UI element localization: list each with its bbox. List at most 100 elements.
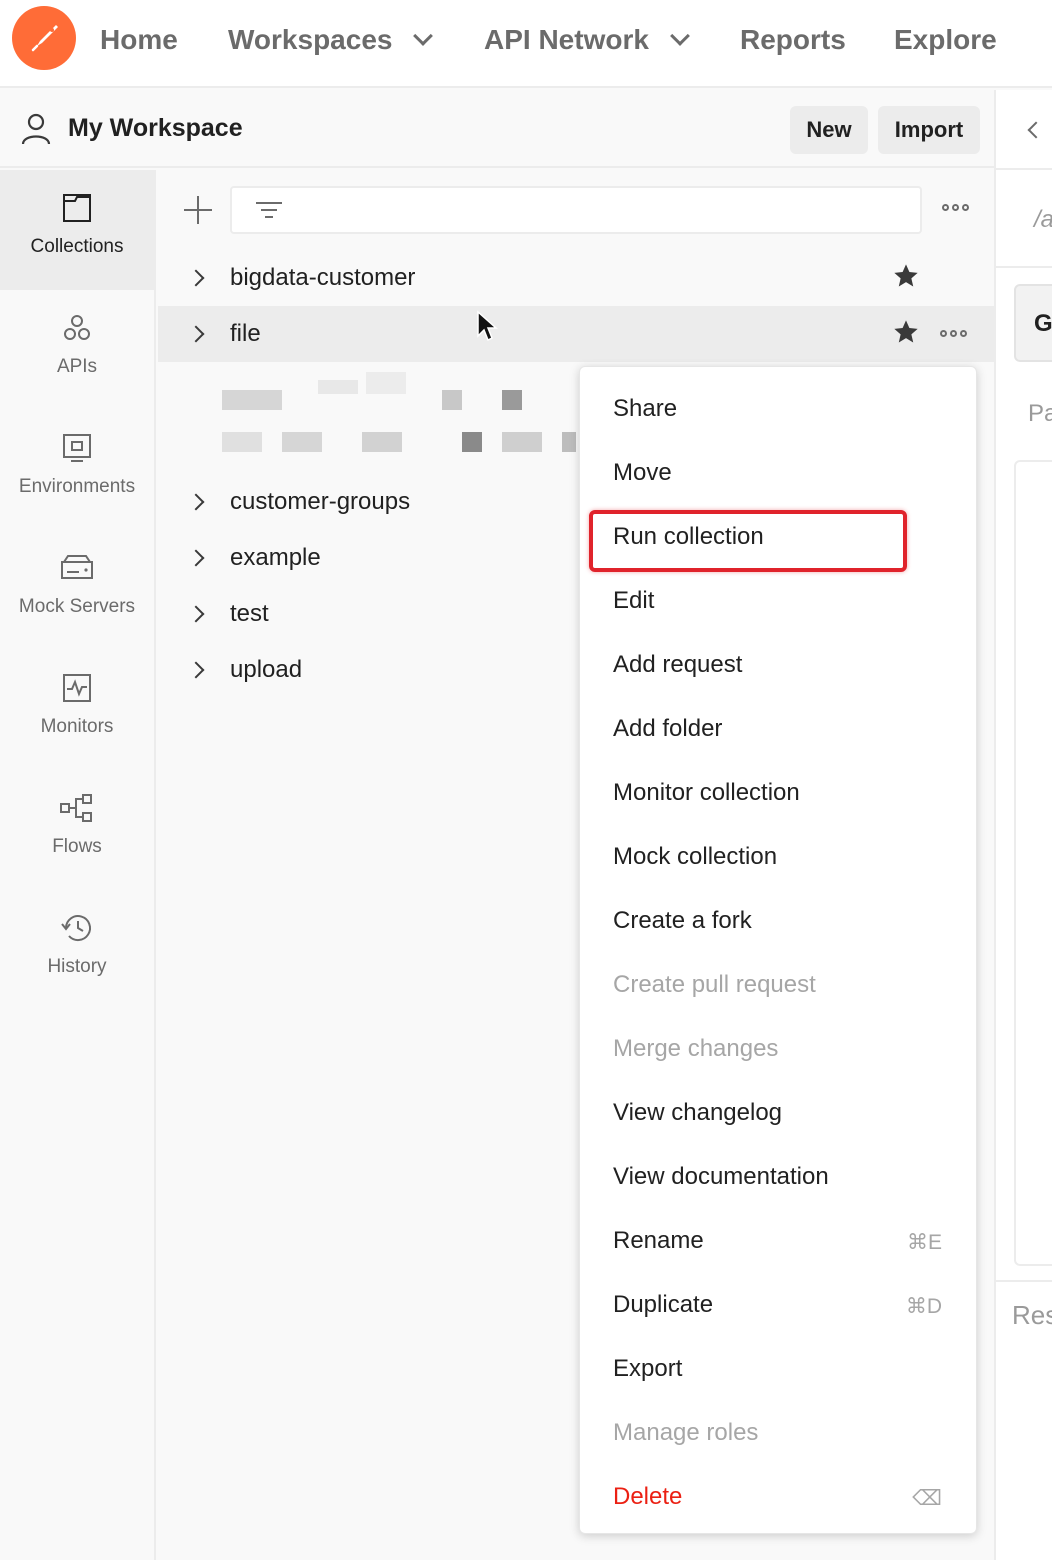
more-options-icon[interactable]: [942, 204, 969, 211]
rocket-icon: [31, 25, 58, 52]
more-options-icon[interactable]: [940, 330, 967, 337]
sidebar-item-mock-servers[interactable]: Mock Servers: [0, 530, 154, 650]
tab-params[interactable]: Pa: [1028, 400, 1052, 428]
sidebar-label: Monitors: [40, 716, 114, 737]
chevron-right-icon[interactable]: [187, 605, 205, 623]
nav-workspaces-label: Workspaces: [228, 24, 393, 55]
chevron-right-icon[interactable]: [187, 325, 205, 343]
method-label: G: [1034, 310, 1052, 337]
chevron-right-icon[interactable]: [187, 269, 205, 287]
chevron-down-icon: [413, 26, 434, 46]
chevron-left-icon[interactable]: [1027, 121, 1045, 139]
chevron-right-icon[interactable]: [187, 661, 205, 679]
menu-item-label: Rename: [613, 1227, 704, 1254]
star-icon[interactable]: [892, 318, 920, 346]
response-label: Res: [1012, 1300, 1052, 1330]
sidebar-label: Flows: [52, 836, 102, 857]
menu-item-label: View documentation: [613, 1163, 829, 1190]
menu-item-label: Duplicate: [613, 1291, 714, 1318]
chevron-down-icon: [670, 26, 690, 46]
top-nav: Home Workspaces API Network Reports Expl…: [0, 0, 1052, 88]
menu-item-label: Add request: [613, 651, 743, 678]
sidebar-label: Environments: [18, 476, 136, 497]
backspace-icon: ⌫: [912, 1487, 942, 1510]
add-collection-icon[interactable]: [184, 196, 212, 224]
collection-name: example: [230, 544, 321, 571]
apis-icon: [64, 315, 90, 340]
sidebar-item-environments[interactable]: Environments: [0, 410, 154, 530]
history-icon: [61, 915, 91, 942]
nav-explore[interactable]: Explore: [894, 24, 997, 56]
sidebar-label: History: [47, 956, 107, 977]
menu-item-label: Move: [613, 459, 672, 486]
menu-item-mock-collection[interactable]: Mock collection: [580, 825, 976, 889]
menu-item-label: Merge changes: [613, 1035, 779, 1062]
filter-input[interactable]: [230, 186, 922, 234]
url-path[interactable]: /a: [1034, 206, 1052, 234]
nav-home[interactable]: Home: [100, 24, 178, 56]
star-icon[interactable]: [892, 262, 920, 290]
left-sidebar: Collections APIs Environments Mock Serve…: [0, 170, 156, 1560]
menu-item-duplicate[interactable]: Duplicate ⌘D: [580, 1273, 976, 1337]
menu-item-rename[interactable]: Rename ⌘E: [580, 1209, 976, 1273]
collection-row[interactable]: file: [158, 306, 994, 362]
divider: [996, 168, 1052, 170]
menu-item-move[interactable]: Move: [580, 441, 976, 505]
menu-item-monitor-collection[interactable]: Monitor collection: [580, 761, 976, 825]
workspace-header: My Workspace New Import: [0, 90, 994, 168]
collections-icon: [63, 194, 91, 222]
sidebar-label: APIs: [56, 356, 98, 377]
shortcut-label: ⌘E: [906, 1231, 942, 1254]
menu-item-create-fork[interactable]: Create a fork: [580, 889, 976, 953]
sidebar-item-apis[interactable]: APIs: [0, 290, 154, 410]
menu-item-view-changelog[interactable]: View changelog: [580, 1081, 976, 1145]
mouse-cursor-icon: [477, 310, 498, 342]
menu-item-merge-changes: Merge changes: [580, 1017, 976, 1081]
menu-item-add-folder[interactable]: Add folder: [580, 697, 976, 761]
sidebar-item-history[interactable]: History: [0, 890, 154, 1010]
chevron-right-icon[interactable]: [187, 549, 205, 567]
divider: [996, 1280, 1052, 1282]
nav-workspaces[interactable]: Workspaces: [228, 24, 434, 56]
mock-servers-icon: [61, 555, 93, 579]
postman-logo[interactable]: [12, 6, 76, 70]
method-select[interactable]: G: [1014, 284, 1052, 362]
menu-item-share[interactable]: Share: [580, 377, 976, 441]
collection-name: upload: [230, 656, 303, 683]
sidebar-item-collections[interactable]: Collections: [0, 170, 154, 290]
menu-item-label: Manage roles: [613, 1419, 759, 1446]
menu-item-label: Share: [613, 395, 678, 422]
sidebar-label: Mock Servers: [18, 596, 136, 617]
chevron-right-icon[interactable]: [187, 493, 205, 511]
menu-item-label: Create pull request: [613, 971, 816, 998]
sidebar-item-flows[interactable]: Flows: [0, 770, 154, 890]
sidebar-item-monitors[interactable]: Monitors: [0, 650, 154, 770]
divider: [996, 266, 1052, 268]
menu-item-label: Monitor collection: [613, 779, 800, 806]
filter-icon: [256, 202, 282, 218]
collection-row[interactable]: bigdata-customer: [158, 250, 994, 306]
nav-api-network[interactable]: API Network: [484, 24, 690, 56]
menu-item-add-request[interactable]: Add request: [580, 633, 976, 697]
menu-item-view-documentation[interactable]: View documentation: [580, 1145, 976, 1209]
collection-name: customer-groups: [230, 488, 411, 515]
highlight-annotation-box: [589, 510, 907, 572]
menu-item-export[interactable]: Export: [580, 1337, 976, 1401]
menu-item-label: Export: [613, 1355, 683, 1382]
workspace-title: My Workspace: [68, 114, 243, 142]
menu-item-delete[interactable]: Delete ⌫: [580, 1465, 976, 1529]
collection-name: bigdata-customer: [230, 264, 416, 291]
menu-item-label: Edit: [613, 587, 655, 614]
import-button[interactable]: Import: [878, 106, 980, 154]
menu-item-label: View changelog: [613, 1099, 783, 1126]
request-body-area[interactable]: [1014, 460, 1052, 1266]
menu-item-label: Delete: [613, 1483, 683, 1510]
shortcut-label: ⌘D: [905, 1295, 942, 1318]
nav-home-label: Home: [100, 24, 178, 55]
nav-reports[interactable]: Reports: [740, 24, 846, 56]
new-button[interactable]: New: [790, 106, 868, 154]
menu-item-edit[interactable]: Edit: [580, 569, 976, 633]
nav-explore-label: Explore: [894, 24, 997, 55]
menu-item-manage-roles: Manage roles: [580, 1401, 976, 1465]
collection-name: file: [230, 320, 261, 347]
